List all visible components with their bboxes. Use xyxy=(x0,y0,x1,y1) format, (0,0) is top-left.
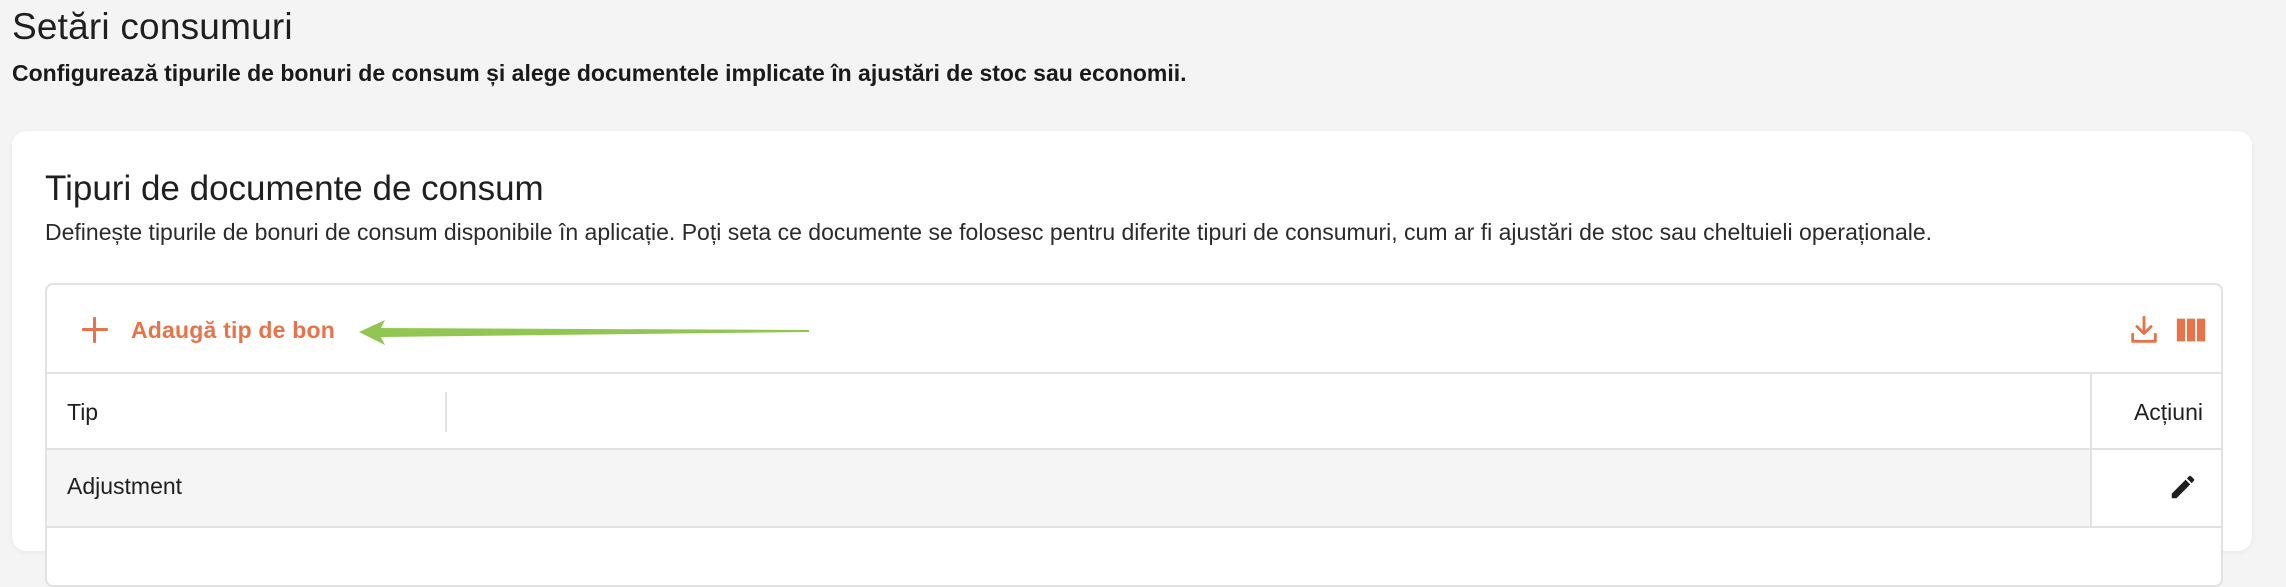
actions-cell xyxy=(2090,450,2221,526)
plus-icon xyxy=(81,316,109,344)
pencil-icon[interactable] xyxy=(2168,472,2198,502)
download-icon[interactable] xyxy=(2127,313,2161,347)
columns-icon[interactable] xyxy=(2174,313,2208,347)
column-header-actions: Acțiuni xyxy=(2133,399,2203,425)
add-voucher-type-button[interactable]: Adaugă tip de bon xyxy=(81,309,335,351)
add-voucher-type-label: Adaugă tip de bon xyxy=(131,316,335,343)
annotation-arrow-icon xyxy=(359,320,809,345)
table-toolbar: Adaugă tip de bon xyxy=(47,285,2221,374)
table-row[interactable]: Adjustment xyxy=(47,450,2221,528)
page-title: Setări consumuri xyxy=(12,6,293,47)
cell-tip: Adjustment xyxy=(67,473,183,499)
data-table: Adaugă tip de bon Tip Acțiuni Adjustment xyxy=(45,283,2223,587)
card-title: Tipuri de documente de consum xyxy=(45,169,544,208)
page-subtitle: Configurează tipurile de bonuri de consu… xyxy=(12,60,1187,86)
column-header-tip[interactable]: Tip xyxy=(67,399,98,426)
column-resize-handle[interactable] xyxy=(445,392,447,432)
column-divider xyxy=(2090,374,2092,448)
table-header-row: Tip Acțiuni xyxy=(47,374,2221,450)
consumption-types-card: Tipuri de documente de consum Definește … xyxy=(12,131,2252,587)
card-description: Definește tipurile de bonuri de consum d… xyxy=(45,219,1933,245)
